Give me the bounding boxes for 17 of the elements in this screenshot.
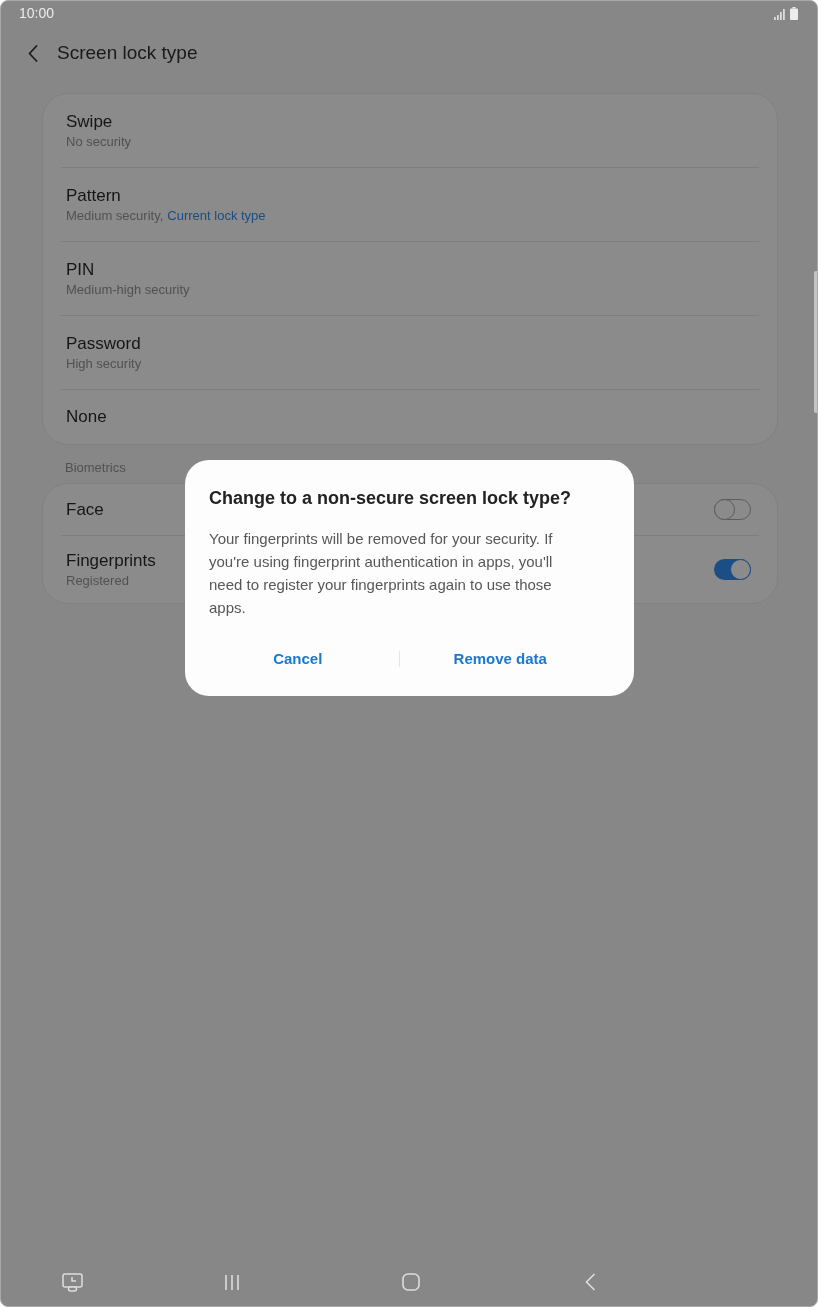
- page-title: Screen lock type: [57, 40, 198, 65]
- option-description: Registered: [66, 571, 129, 590]
- option-title: None: [66, 406, 107, 428]
- option-description: Medium-high security: [66, 280, 190, 299]
- option-description: High security: [66, 354, 142, 373]
- option-description: No security: [66, 132, 132, 151]
- dialog-title: Change to a non-secure screen lock type?: [209, 487, 573, 510]
- option-title: Pattern: [66, 184, 121, 207]
- option-description: Medium security,: [66, 206, 164, 225]
- option-title: Face: [66, 498, 104, 521]
- status-time: 10:00: [19, 4, 55, 23]
- option-title: Password: [66, 332, 141, 355]
- current-lock-label: Current lock type: [167, 206, 266, 225]
- option-title: Swipe: [66, 110, 113, 133]
- option-title: PIN: [66, 258, 95, 281]
- dialog-message: Your fingerprints will be removed for your security. If you're using fingerprint authentication in apps, you'll need to register your fingerprints again to use those apps.: [209, 529, 554, 618]
- option-title: Fingerprints: [66, 549, 156, 572]
